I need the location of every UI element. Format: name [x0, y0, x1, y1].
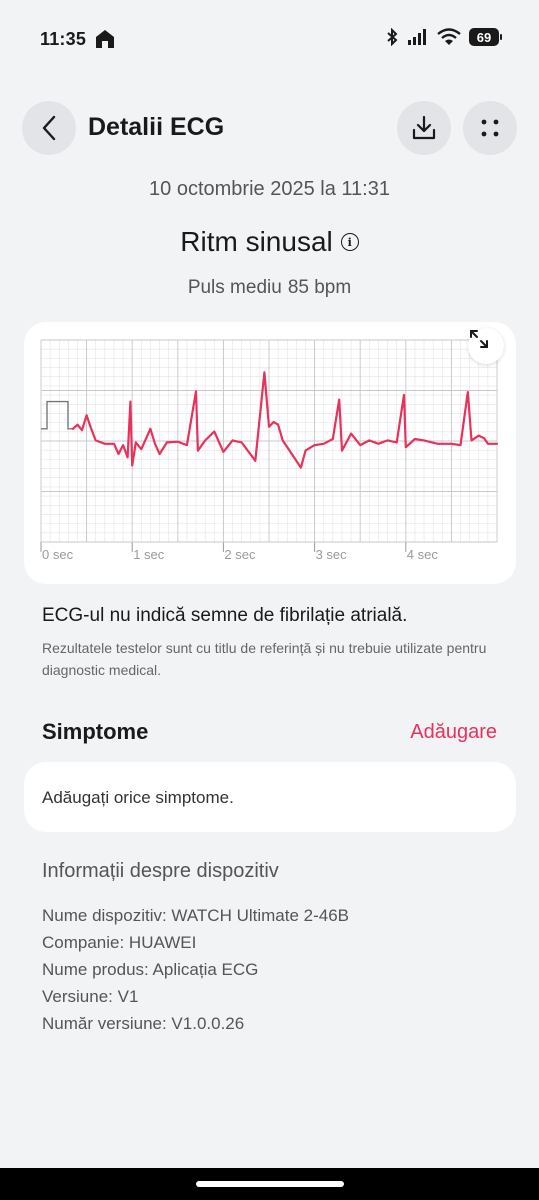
navigation-bar [0, 1168, 539, 1200]
device-company: Companie: HUAWEI [42, 933, 197, 952]
device-info-list: Nume dispozitiv: WATCH Ultimate 2-46B Co… [42, 902, 349, 1037]
download-icon [412, 115, 436, 140]
home-indicator[interactable] [196, 1181, 344, 1187]
x-tick-label: 2 sec [224, 547, 256, 562]
home-icon [96, 30, 114, 48]
x-tick-label: 3 sec [316, 547, 348, 562]
status-icons: 69 [385, 28, 502, 46]
status-time: 11:35 [40, 29, 87, 49]
symptoms-title: Simptome [42, 719, 149, 744]
average-pulse: Puls mediu 85 bpm [0, 277, 539, 299]
page-title: Detalii ECG [88, 113, 225, 141]
pulse-label: Puls mediu [187, 277, 282, 298]
symptoms-card[interactable]: Adăugați orice simptome. [24, 762, 516, 832]
bluetooth-icon [387, 28, 398, 46]
device-name: Nume dispozitiv: WATCH Ultimate 2-46B [42, 906, 350, 925]
x-tick-label: 1 sec [133, 547, 165, 562]
download-button[interactable] [397, 101, 451, 155]
info-icon[interactable]: i [340, 233, 359, 251]
ecg-chart: 0 sec 1 sec 2 sec 3 sec 4 sec [40, 339, 499, 562]
back-button[interactable] [22, 101, 76, 155]
status-bar: 11:35 69 [0, 0, 539, 80]
device-version-number: Număr versiune: V1.0.0.26 [42, 1014, 245, 1033]
wifi-icon [437, 28, 461, 45]
x-tick-label: 0 sec [42, 547, 74, 562]
battery-icon: 69 [469, 28, 502, 46]
expand-button[interactable] [468, 328, 504, 364]
rhythm-row: Ritm sinusal i [0, 226, 539, 258]
ecg-chart-card: 0 sec 1 sec 2 sec 3 sec 4 sec [24, 322, 516, 584]
disclaimer-text: Rezultatele testelor sunt cu titlu de re… [42, 640, 487, 678]
more-options-button[interactable] [463, 101, 517, 155]
add-symptom-button[interactable]: Adăugare [410, 721, 497, 744]
signal-icon [408, 29, 426, 45]
rhythm-result: Ritm sinusal [180, 226, 333, 257]
device-info-title: Informații despre dispozitiv [42, 860, 279, 882]
device-version: Versiune: V1 [42, 987, 139, 1006]
battery-level: 69 [476, 29, 492, 45]
expand-icon [470, 330, 488, 348]
x-tick-label: 4 sec [407, 547, 439, 562]
record-datetime: 10 octombrie 2025 la 11:31 [149, 178, 390, 200]
calibration-pulse [41, 400, 73, 430]
chevron-left-icon [42, 115, 56, 141]
more-dots-icon [481, 119, 499, 137]
ecg-result-text: ECG-ul nu indică semne de fibrilație atr… [42, 605, 408, 626]
pulse-value: 85 bpm [287, 277, 352, 298]
device-product: Nume produs: Aplicația ECG [42, 960, 259, 979]
symptoms-placeholder: Adăugați orice simptome. [42, 788, 234, 807]
